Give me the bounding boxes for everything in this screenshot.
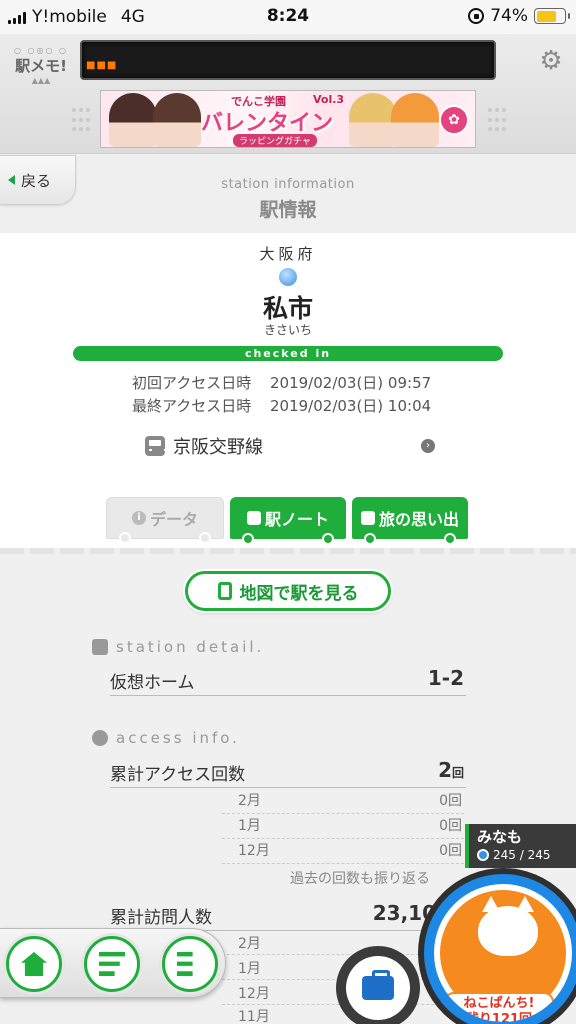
battery-percent: 74% [490, 6, 528, 26]
last-access-label: 最終アクセス日時 [132, 397, 252, 415]
month-label: 2月 [238, 793, 261, 809]
tab-travel-memories[interactable]: 旅の思い出 [352, 497, 468, 545]
app-logo: ○ ○◎○ ○ 駅メモ! ▲▲▲ [14, 46, 68, 85]
month-label: 12月 [238, 986, 270, 1002]
station-marker-icon [279, 268, 297, 286]
tab-data[interactable]: i データ [106, 497, 224, 544]
briefcase-icon [362, 970, 394, 1000]
promo-banner[interactable]: でんこ学園 Vol.3 バレンタイン ラッピングガチャ ✿ [100, 90, 476, 148]
page-title: 駅情報 [259, 199, 317, 221]
access-count-row: 累計アクセス回数 2回 [110, 758, 466, 788]
show-past-counts-link[interactable]: 過去の回数も振り返る [290, 868, 430, 888]
bottom-nav [0, 928, 226, 998]
station-detail-title: station detail. [116, 638, 265, 656]
line-name: 京阪交野線 [173, 437, 263, 458]
train-icon [217, 582, 232, 600]
home-button[interactable] [6, 936, 62, 992]
prefecture: 大阪府 [259, 245, 317, 263]
user-hp: 245 / 245 [477, 848, 550, 862]
month-row: 1月 0回 [222, 815, 464, 839]
info-icon: i [131, 511, 146, 525]
neko-punch-title: ねこぱんち! [463, 996, 535, 1011]
month-count: 0回 [439, 793, 462, 809]
neko-punch-label: ねこぱんち! 残り121回 [444, 992, 554, 1022]
month-row: 2月 0回 [222, 790, 464, 814]
banner-sub: ラッピングガチャ [233, 134, 317, 147]
denko-orb-icon [477, 849, 489, 861]
home-icon [21, 952, 47, 976]
platform-label: 仮想ホーム [110, 673, 195, 693]
rotation-lock-icon [468, 8, 485, 24]
banner-title: バレンタイン [201, 110, 334, 136]
denko-list-button[interactable] [84, 936, 140, 992]
access-info-title: access info. [116, 729, 240, 747]
access-count-unit: 回 [451, 766, 464, 780]
list-icon [99, 952, 125, 976]
station-name: 私市 [262, 294, 313, 323]
access-count-value: 2 [438, 758, 452, 782]
tab-station-note[interactable]: 駅ノート [230, 497, 346, 545]
status-right: 74% [468, 6, 570, 26]
view-map-button[interactable]: 地図で駅を見る [185, 571, 391, 611]
month-count: 0回 [439, 843, 462, 859]
last-access-value: 2019/02/03(日) 10:04 [270, 397, 432, 415]
month-label: 12月 [238, 843, 270, 859]
banner-badge-icon: ✿ [439, 105, 469, 135]
checked-in-bar: checked in [73, 346, 503, 361]
speaker-right-icon [488, 108, 508, 134]
platform-value: 1-2 [427, 666, 464, 690]
access-info-header: access info. [92, 729, 240, 747]
first-access-label: 初回アクセス日時 [132, 374, 252, 392]
suitcase-icon [360, 511, 375, 525]
user-name: みなも [477, 828, 523, 846]
app-header: ○ ○◎○ ○ 駅メモ! ▲▲▲ ■■■ ⚙ でんこ学園 Vol.3 バレンタイ… [0, 34, 576, 154]
view-map-label: 地図で駅を見る [239, 583, 359, 604]
month-row: 12月 0回 [222, 840, 464, 864]
battery-icon [534, 8, 570, 24]
edit-icon [246, 511, 261, 525]
station-list-button[interactable] [162, 936, 218, 992]
month-label: 11月 [238, 1009, 270, 1024]
neko-punch-remaining: 残り121回 [465, 1012, 533, 1022]
train-icon [145, 436, 167, 456]
rail-divider [0, 548, 576, 554]
platform-row: 仮想ホーム 1-2 [110, 666, 466, 696]
tab-data-label: データ [149, 510, 198, 529]
month-label: 1月 [238, 961, 261, 977]
month-label: 1月 [238, 818, 261, 834]
page-subtitle: station information [221, 177, 355, 192]
cat-icon [478, 896, 538, 956]
gear-icon[interactable]: ⚙ [538, 48, 564, 74]
tab-station-note-label: 駅ノート [264, 510, 329, 529]
line-item[interactable]: 京阪交野線 › [145, 431, 435, 461]
title-area: 戻る station information 駅情報 [0, 155, 576, 233]
station-kana: きさいち [263, 323, 312, 337]
tab-bar: i データ 駅ノート 旅の思い出 [0, 497, 576, 549]
first-access-value: 2019/02/03(日) 09:57 [270, 374, 432, 392]
station-list-icon [177, 952, 193, 976]
visitors-label: 累計訪問人数 [110, 908, 212, 928]
user-hp-value: 245 / 245 [493, 848, 551, 862]
month-count: 0回 [439, 818, 462, 834]
station-card: 大阪府 私市 きさいち checked in 初回アクセス日時 2019/02/… [0, 233, 576, 548]
visitors-row: 累計訪問人数 23,10 [110, 901, 466, 931]
bag-button[interactable] [336, 946, 420, 1024]
neko-punch-button[interactable]: ねこぱんち! 残り121回 [418, 868, 576, 1024]
status-bar: Y!mobile 4G 8:24 74% [0, 0, 576, 34]
tab-travel-memories-label: 旅の思い出 [378, 510, 459, 529]
led-ticker-display: ■■■ [80, 40, 496, 80]
speaker-left-icon [72, 108, 92, 134]
train-icon [92, 639, 108, 655]
user-badge[interactable]: みなも 245 / 245 [465, 824, 576, 868]
denko-icon [92, 730, 108, 746]
station-detail-header: station detail. [92, 638, 264, 656]
month-label: 2月 [238, 936, 261, 952]
chevron-right-icon: › [421, 439, 435, 453]
access-count-label: 累計アクセス回数 [110, 765, 246, 785]
